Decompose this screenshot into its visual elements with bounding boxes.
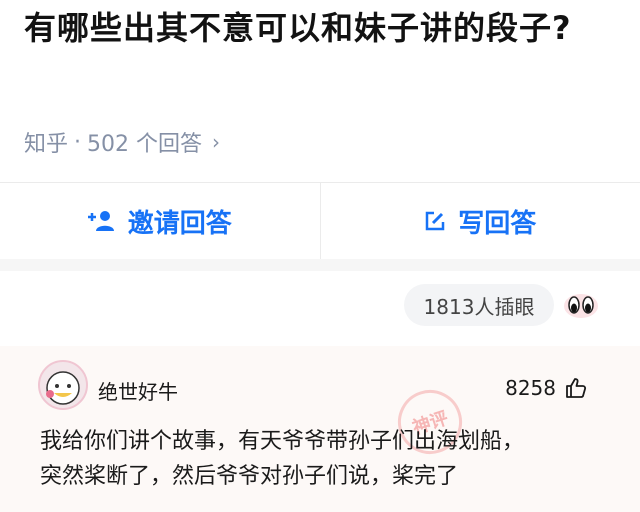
thumbs-up-icon [566, 378, 587, 398]
invite-answer-label: 邀请回答 [127, 208, 232, 239]
answer-card[interactable]: 绝世好牛 8258 神评 我给你们讲个故事，有天爷爷带孙子们出海划船， 突然桨断… [0, 346, 640, 512]
action-bar: 邀请回答 写回答 [0, 182, 640, 260]
author-name[interactable]: 绝世好牛 [98, 376, 178, 405]
invite-answer-button[interactable]: 邀请回答 [0, 183, 320, 259]
answer-line: 我给你们讲个故事，有天爷爷带孙子们出海划船， [40, 429, 525, 454]
answer-line: 突然桨断了，然后爷爷对孙子们说，桨完了 [40, 464, 459, 489]
source-label: 知乎 [24, 132, 69, 157]
section-divider [0, 259, 640, 271]
cutin-count-label: 1813人插眼 [423, 294, 535, 319]
write-answer-button[interactable]: 写回答 [319, 183, 640, 259]
question-title[interactable]: 有哪些出其不意可以和妹子讲的段子? [24, 4, 616, 52]
edit-icon [425, 211, 445, 231]
answer-body[interactable]: 我给你们讲个故事，有天爷爷带孙子们出海划船， 突然桨断了，然后爷爷对孙子们说，桨… [40, 424, 620, 494]
add-person-icon [87, 211, 114, 231]
answers-count: 502 个回答 [87, 132, 203, 157]
write-answer-label: 写回答 [458, 208, 537, 239]
question-header: 有哪些出其不意可以和妹子讲的段子? [24, 4, 616, 52]
chevron-right-icon: › [212, 130, 221, 154]
cutin-count-button[interactable]: 1813人插眼 [404, 284, 554, 326]
avatar[interactable] [38, 360, 88, 410]
like-button[interactable]: 8258 [505, 376, 588, 400]
eyes-icon[interactable] [563, 289, 599, 319]
question-meta[interactable]: 知乎 · 502 个回答 › [24, 126, 220, 158]
like-count: 8258 [505, 376, 556, 400]
meta-separator: · [74, 129, 82, 155]
